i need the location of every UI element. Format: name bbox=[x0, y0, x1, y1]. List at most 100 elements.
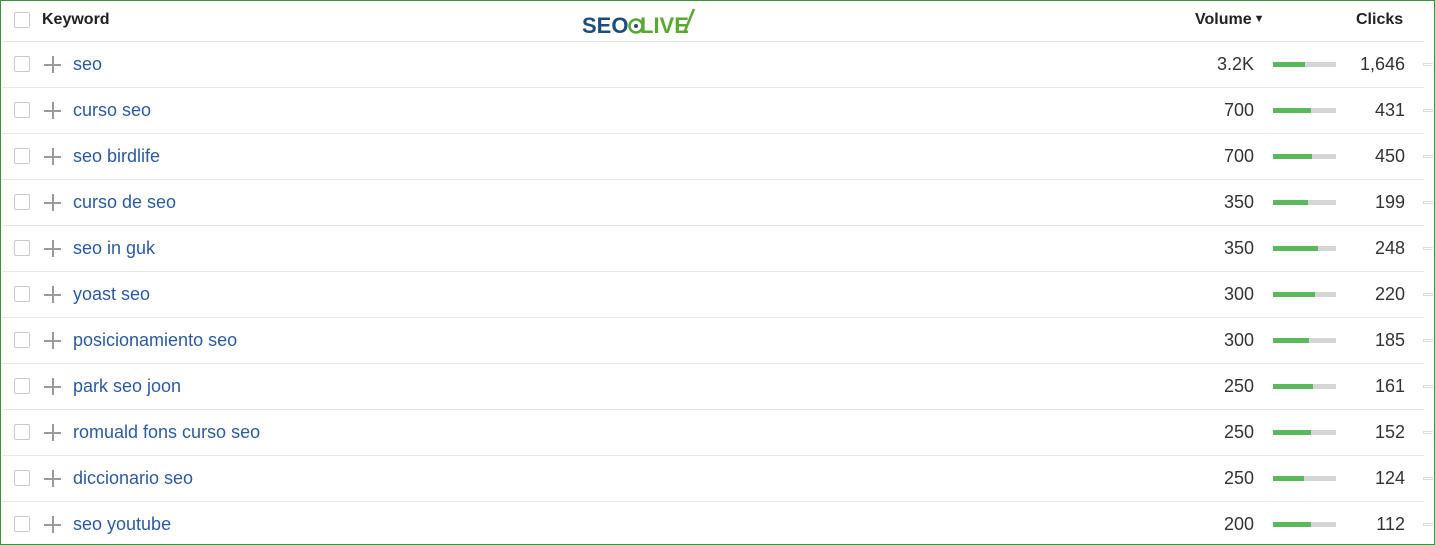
row-checkbox[interactable] bbox=[14, 148, 30, 164]
volume-value: 300 bbox=[1223, 284, 1254, 304]
row-scroll-marker bbox=[1423, 247, 1433, 250]
row-scroll-marker bbox=[1423, 431, 1433, 434]
keyword-link[interactable]: yoast seo bbox=[73, 284, 150, 305]
row-checkbox[interactable] bbox=[14, 470, 30, 486]
row-scroll-marker bbox=[1423, 63, 1433, 66]
row-scroll-marker bbox=[1423, 293, 1433, 296]
keyword-link[interactable]: diccionario seo bbox=[73, 468, 193, 489]
clicks-value: 199 bbox=[1374, 192, 1405, 212]
add-keyword-icon[interactable] bbox=[44, 286, 61, 303]
add-keyword-icon[interactable] bbox=[44, 424, 61, 441]
clicks-value: 161 bbox=[1374, 376, 1405, 396]
clicks-value: 431 bbox=[1374, 100, 1405, 120]
add-keyword-icon[interactable] bbox=[44, 470, 61, 487]
table-row: park seo joon 250 161 bbox=[2, 364, 1433, 410]
table-row: seo in guk 350 248 bbox=[2, 226, 1433, 272]
keyword-link[interactable]: seo bbox=[73, 54, 102, 75]
keyword-link[interactable]: seo in guk bbox=[73, 238, 155, 259]
volume-bar-fill bbox=[1273, 62, 1305, 67]
clicks-value: 185 bbox=[1374, 330, 1405, 350]
add-keyword-icon[interactable] bbox=[44, 332, 61, 349]
volume-bar-fill bbox=[1273, 292, 1316, 297]
table-body: seo 3.2K 1,646 curso seo 700 431 seo birdlife 7… bbox=[1, 42, 1434, 544]
table-row: curso seo 700 431 bbox=[2, 88, 1433, 134]
keyword-link[interactable]: posicionamiento seo bbox=[73, 330, 237, 351]
add-keyword-icon[interactable] bbox=[44, 516, 61, 533]
row-checkbox[interactable] bbox=[14, 194, 30, 210]
add-keyword-icon[interactable] bbox=[44, 240, 61, 257]
volume-value: 700 bbox=[1223, 100, 1254, 120]
seoalive-logo: SEO LIVE bbox=[582, 8, 696, 38]
row-checkbox[interactable] bbox=[14, 240, 30, 256]
volume-value: 250 bbox=[1223, 376, 1254, 396]
volume-bar-fill bbox=[1273, 154, 1313, 159]
row-checkbox[interactable] bbox=[14, 56, 30, 72]
row-scroll-marker bbox=[1423, 477, 1433, 480]
table-row: diccionario seo 250 124 bbox=[2, 456, 1433, 502]
clicks-value: 220 bbox=[1374, 284, 1405, 304]
volume-bar-fill bbox=[1273, 338, 1309, 343]
row-checkbox[interactable] bbox=[14, 516, 30, 532]
clicks-value: 152 bbox=[1374, 422, 1405, 442]
row-checkbox[interactable] bbox=[14, 332, 30, 348]
volume-header-label: Volume bbox=[1195, 11, 1252, 28]
keyword-link[interactable]: seo birdlife bbox=[73, 146, 160, 167]
volume-value: 350 bbox=[1223, 238, 1254, 258]
keyword-link[interactable]: curso de seo bbox=[73, 192, 176, 213]
table-row: seo 3.2K 1,646 bbox=[2, 42, 1433, 88]
volume-bar-fill bbox=[1273, 108, 1311, 113]
table-row: seo birdlife 700 450 bbox=[2, 134, 1433, 180]
table-row: curso de seo 350 199 bbox=[2, 180, 1433, 226]
clicks-value: 124 bbox=[1374, 468, 1405, 488]
clicks-value: 450 bbox=[1374, 146, 1405, 166]
add-keyword-icon[interactable] bbox=[44, 378, 61, 395]
volume-bar-fill bbox=[1273, 522, 1312, 527]
add-keyword-icon[interactable] bbox=[44, 56, 61, 73]
volume-value: 300 bbox=[1223, 330, 1254, 350]
select-all-checkbox[interactable] bbox=[14, 12, 30, 28]
volume-value: 250 bbox=[1223, 422, 1254, 442]
row-scroll-marker bbox=[1423, 339, 1433, 342]
volume-bar-fill bbox=[1273, 246, 1319, 251]
row-checkbox[interactable] bbox=[14, 286, 30, 302]
add-keyword-icon[interactable] bbox=[44, 148, 61, 165]
volume-column-header[interactable]: Volume ▼ bbox=[1195, 11, 1265, 29]
table-row: yoast seo 300 220 bbox=[2, 272, 1433, 318]
table-row: romuald fons curso seo 250 152 bbox=[2, 410, 1433, 456]
table-header: Keyword SEO LIVE Volume ▼ Clicks bbox=[2, 1, 1424, 42]
volume-value: 350 bbox=[1223, 192, 1254, 212]
keyword-link[interactable]: curso seo bbox=[73, 100, 151, 121]
row-scroll-marker bbox=[1423, 109, 1433, 112]
add-keyword-icon[interactable] bbox=[44, 102, 61, 119]
clicks-value: 1,646 bbox=[1359, 54, 1405, 74]
row-scroll-marker bbox=[1423, 385, 1433, 388]
row-scroll-marker bbox=[1423, 155, 1433, 158]
keyword-table: Keyword SEO LIVE Volume ▼ Clicks seo 3.2K 1… bbox=[0, 0, 1435, 545]
volume-bar-fill bbox=[1273, 430, 1312, 435]
keyword-link[interactable]: seo youtube bbox=[73, 514, 171, 535]
row-checkbox[interactable] bbox=[14, 102, 30, 118]
clicks-value: 248 bbox=[1374, 238, 1405, 258]
volume-value: 3.2K bbox=[1216, 54, 1254, 74]
volume-value: 250 bbox=[1223, 468, 1254, 488]
volume-bar-fill bbox=[1273, 384, 1314, 389]
row-checkbox[interactable] bbox=[14, 424, 30, 440]
add-keyword-icon[interactable] bbox=[44, 194, 61, 211]
keyword-column-header[interactable]: Keyword bbox=[42, 11, 110, 29]
row-scroll-marker bbox=[1423, 201, 1433, 204]
table-row: posicionamiento seo 300 185 bbox=[2, 318, 1433, 364]
logo-text-live: LIVE bbox=[640, 13, 689, 38]
volume-bar-fill bbox=[1273, 476, 1304, 481]
keyword-link[interactable]: park seo joon bbox=[73, 376, 181, 397]
row-checkbox[interactable] bbox=[14, 378, 30, 394]
keyword-link[interactable]: romuald fons curso seo bbox=[73, 422, 260, 443]
logo-text-seo: SEO bbox=[582, 13, 628, 38]
clicks-column-header[interactable]: Clicks bbox=[1356, 11, 1403, 29]
table-row: seo youtube 200 112 bbox=[2, 502, 1433, 544]
clicks-value: 112 bbox=[1376, 514, 1405, 534]
volume-value: 200 bbox=[1223, 514, 1254, 534]
row-scroll-marker bbox=[1423, 523, 1433, 526]
sort-desc-icon: ▼ bbox=[1253, 13, 1265, 25]
volume-value: 700 bbox=[1223, 146, 1254, 166]
volume-bar-fill bbox=[1273, 200, 1308, 205]
